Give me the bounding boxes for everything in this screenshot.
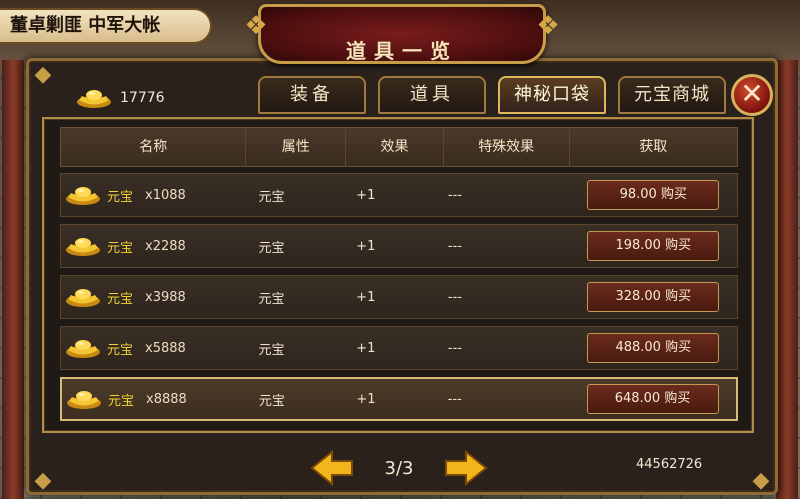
panel-title: 道具一览	[346, 39, 458, 63]
tab-bar: 装备 道具 神秘口袋 元宝商城	[258, 76, 726, 114]
gold-ingot-icon	[76, 87, 112, 109]
item-name: 元宝	[107, 240, 134, 256]
tab-equipment[interactable]: 装备	[258, 76, 366, 114]
item-attribute: 元宝	[258, 342, 285, 358]
buy-cell: 98.00 购买	[570, 174, 737, 216]
item-special-effect: ---	[447, 238, 462, 254]
item-effect: +1	[356, 238, 376, 254]
item-effect: +1	[356, 187, 376, 203]
buy-button[interactable]: 648.00 购买	[586, 384, 719, 414]
tab-items[interactable]: 道具	[378, 76, 486, 114]
table-header: 名称 属性 效果 特殊效果 获取	[60, 127, 738, 167]
item-special-effect: ---	[447, 340, 462, 356]
tab-mystery-bag[interactable]: 神秘口袋	[498, 76, 606, 114]
item-quantity: x8888	[146, 391, 187, 407]
item-special-effect: ---	[447, 289, 462, 305]
buy-cell: 198.00 购买	[570, 225, 737, 267]
background-pillar	[2, 60, 24, 499]
item-name: 元宝	[108, 393, 135, 409]
item-effect: +1	[356, 391, 376, 407]
item-name: 元宝	[107, 342, 134, 358]
table-body: 元宝 x1088 元宝 +1 --- 98.00 购买 元宝 x2288 元宝 …	[60, 173, 738, 428]
buy-cell: 328.00 购买	[570, 276, 737, 318]
item-name: 元宝	[107, 291, 134, 307]
gold-ingot-icon	[65, 235, 101, 257]
background-pillar	[776, 60, 798, 499]
table-row: 元宝 x3988 元宝 +1 --- 328.00 购买	[60, 275, 738, 319]
buy-cell: 648.00 购买	[569, 379, 736, 419]
pagination: 3/3	[310, 448, 488, 488]
item-name: 元宝	[107, 189, 134, 205]
item-name-cell: 元宝 x2288	[61, 225, 246, 267]
header-name: 名称	[61, 128, 247, 166]
gold-ingot-icon	[66, 388, 102, 410]
corner-ornament-icon: ◆	[752, 468, 770, 493]
item-effect: +1	[356, 289, 376, 305]
item-quantity: x1088	[145, 187, 186, 203]
item-special-effect: ---	[447, 391, 462, 407]
item-quantity: x2288	[145, 238, 186, 254]
corner-ornament-icon: ◆	[34, 62, 52, 87]
item-name-cell: 元宝 x3988	[61, 276, 246, 318]
buy-button[interactable]: 328.00 购买	[587, 282, 720, 312]
buy-button[interactable]: 488.00 购买	[587, 333, 720, 363]
balance-value: 44562726	[636, 457, 703, 472]
item-attribute: 元宝	[258, 189, 285, 205]
table-row: 元宝 x8888 元宝 +1 --- 648.00 购买	[60, 377, 738, 421]
close-icon: ✕	[740, 77, 764, 110]
table-row: 元宝 x5888 元宝 +1 --- 488.00 购买	[60, 326, 738, 370]
item-quantity: x5888	[145, 340, 186, 356]
page-indicator: 3/3	[384, 457, 414, 479]
item-name-cell: 元宝 x1088	[61, 174, 246, 216]
buy-cell: 488.00 购买	[570, 327, 737, 369]
item-table-container: 名称 属性 效果 特殊效果 获取 元宝 x1088 元宝 +1 --- 98.0…	[42, 117, 754, 433]
header-obtain: 获取	[639, 139, 668, 155]
panel-title-plate: ❖ ❖ 道具一览	[244, 4, 560, 64]
item-name-cell: 元宝 x8888	[62, 379, 247, 419]
currency-amount: 17776	[120, 90, 165, 106]
item-special-effect: ---	[447, 187, 462, 203]
item-attribute: 元宝	[258, 240, 285, 256]
item-name-cell: 元宝 x5888	[61, 327, 246, 369]
arrow-right-icon[interactable]	[444, 450, 488, 486]
header-effect: 效果	[346, 128, 444, 166]
item-quantity: x3988	[145, 289, 186, 305]
header-special-effect: 特殊效果	[444, 128, 570, 166]
buy-button[interactable]: 98.00 购买	[587, 180, 720, 210]
corner-ornament-icon: ◆	[34, 468, 52, 493]
gold-ingot-icon	[65, 286, 101, 308]
location-label: 董卓剿匪 中军大帐	[0, 8, 212, 44]
table-row: 元宝 x1088 元宝 +1 --- 98.00 购买	[60, 173, 738, 217]
item-attribute: 元宝	[258, 291, 285, 307]
arrow-left-icon[interactable]	[310, 450, 354, 486]
table-row: 元宝 x2288 元宝 +1 --- 198.00 购买	[60, 224, 738, 268]
gold-ingot-icon	[65, 337, 101, 359]
currency-display: 17776	[76, 84, 165, 112]
tab-ingot-shop[interactable]: 元宝商城	[618, 76, 726, 114]
gold-ingot-icon	[65, 184, 101, 206]
item-effect: +1	[356, 340, 376, 356]
buy-button[interactable]: 198.00 购买	[587, 231, 720, 261]
close-button[interactable]: ✕	[731, 74, 773, 116]
header-attribute: 属性	[246, 128, 347, 166]
item-attribute: 元宝	[258, 393, 285, 409]
